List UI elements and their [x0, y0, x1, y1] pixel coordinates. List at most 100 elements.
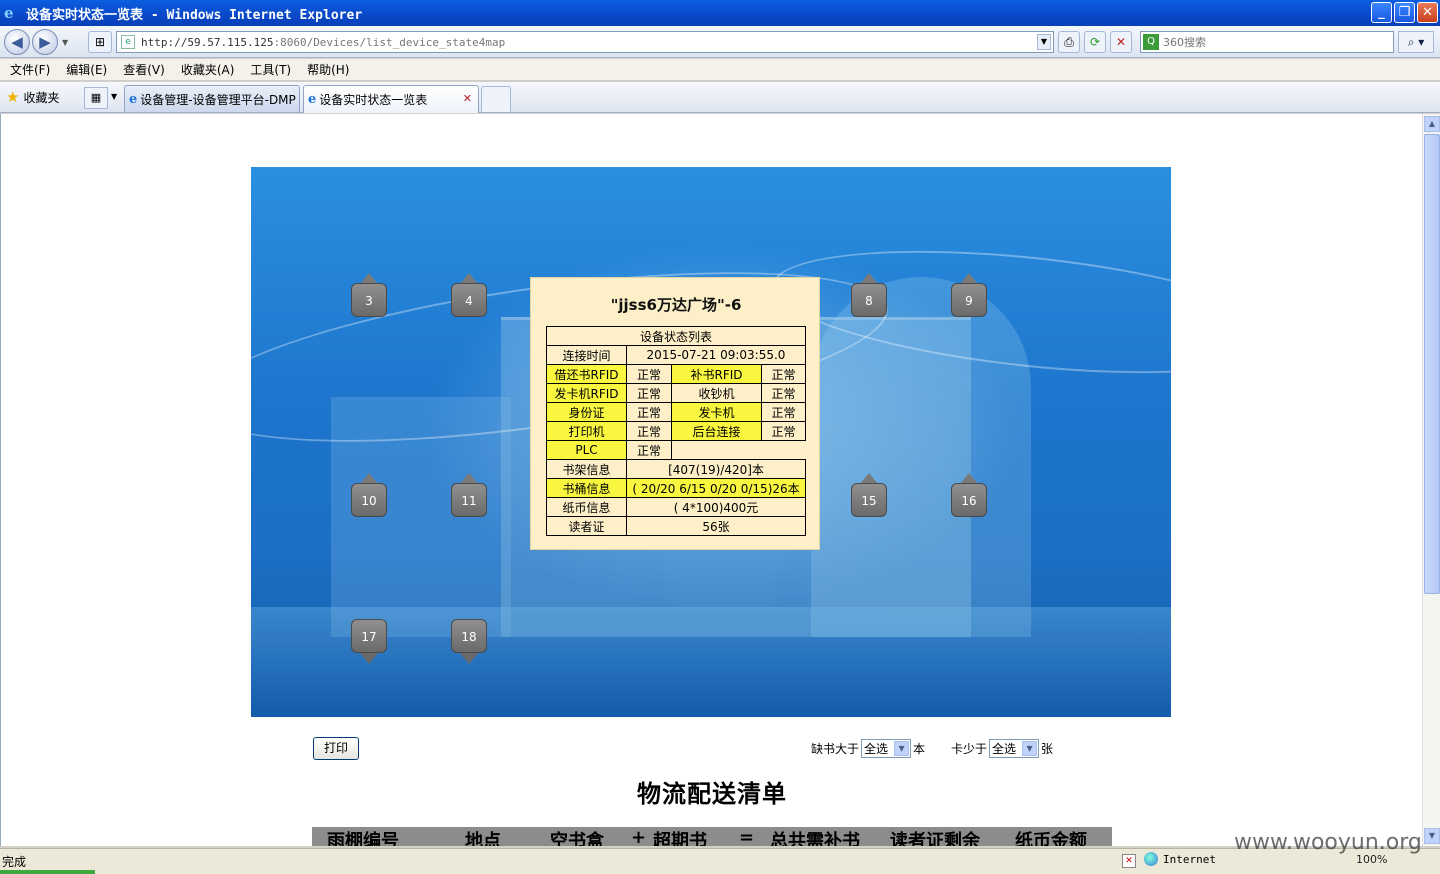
close-window-button[interactable]: ✕	[1417, 2, 1438, 23]
menu-file[interactable]: 文件(F)	[10, 61, 50, 78]
device-status-popup: "jjss6万达广场"-6 设备状态列表 连接时间 2015-07-21 09:…	[530, 277, 820, 550]
empty-cell	[671, 440, 806, 460]
device-marker[interactable]: 4	[451, 273, 487, 317]
menu-tools[interactable]: 工具(T)	[250, 61, 291, 78]
menu-bar: 文件(F) 编辑(E) 查看(V) 收藏夹(A) 工具(T) 帮助(H)	[0, 59, 1440, 81]
tab-label: 设备管理-设备管理平台-DMP	[140, 92, 296, 107]
window-title: 设备实时状态一览表 - Windows Internet Explorer	[26, 7, 363, 23]
tab-bar: ★ 收藏夹 ▦ ▼ e 设备管理-设备管理平台-DMP e 设备实时状态一览表 …	[0, 82, 1440, 113]
cards-filter-value: 全选	[992, 742, 1017, 756]
device-marker[interactable]: 10	[351, 473, 387, 517]
books-filter: 缺书大于 全选 ▼ 本	[811, 739, 925, 758]
forward-button[interactable]: ▶	[32, 29, 58, 55]
device-marker[interactable]: 17	[351, 619, 387, 664]
books-filter-select[interactable]: 全选 ▼	[861, 739, 912, 758]
back-button[interactable]: ◀	[4, 29, 30, 55]
delivery-list-title: 物流配送清单	[637, 779, 787, 808]
print-button[interactable]: 打印	[313, 737, 359, 760]
status-label: 后台连接	[671, 421, 762, 441]
menu-view[interactable]: 查看(V)	[123, 61, 165, 78]
vertical-scrollbar[interactable]: ▲ ▼	[1422, 114, 1440, 846]
page-content: 3 4 8 9 10 11 15 16 17 18 "jjss6万达广场"-6 …	[0, 114, 1422, 846]
stop-icon[interactable]: ✕	[1110, 31, 1132, 53]
status-label: 打印机	[546, 421, 627, 441]
refresh-icon[interactable]: ⟳	[1084, 31, 1106, 53]
column-header: 雨棚编号	[327, 831, 399, 846]
status-label: 身份证	[546, 402, 627, 422]
device-marker[interactable]: 9	[951, 273, 987, 317]
tab-device-management[interactable]: e 设备管理-设备管理平台-DMP	[124, 85, 300, 112]
favorites-button[interactable]: ★ 收藏夹	[6, 88, 59, 106]
minimize-button[interactable]: _	[1371, 2, 1392, 23]
compat-view-icon[interactable]: ⊞	[88, 31, 112, 53]
status-value: 正常	[626, 402, 672, 422]
url-host: http://59.57.115.125	[141, 35, 274, 49]
search-go-button[interactable]: ⌕ ▾	[1398, 31, 1434, 53]
device-marker[interactable]: 8	[851, 273, 887, 317]
ie-tab-icon: e	[129, 91, 138, 107]
globe-icon	[1144, 852, 1158, 866]
chevron-down-icon[interactable]: ▼	[894, 741, 910, 756]
status-value: 正常	[626, 364, 672, 384]
device-marker[interactable]: 11	[451, 473, 487, 517]
device-marker[interactable]: 18	[451, 619, 487, 664]
url-path: :8060/Devices/list_device_state4map	[273, 35, 506, 49]
cards-filter-select[interactable]: 全选 ▼	[989, 739, 1040, 758]
column-header: +	[631, 827, 647, 846]
status-label: 发卡机RFID	[546, 383, 627, 403]
scroll-up-icon[interactable]: ▲	[1424, 116, 1440, 132]
books-filter-label: 缺书大于	[811, 742, 860, 756]
info-value: ( 20/20 6/15 0/20 0/15)26本	[626, 478, 806, 498]
status-label: 借还书RFID	[546, 364, 627, 384]
scroll-thumb[interactable]	[1424, 134, 1440, 594]
search-box[interactable]: Q	[1140, 31, 1394, 53]
column-header: 读者证剩余	[890, 831, 980, 846]
restore-button[interactable]: ❐	[1394, 2, 1415, 23]
device-marker[interactable]: 16	[951, 473, 987, 517]
info-label: 书架信息	[546, 459, 627, 479]
cards-filter-unit: 张	[1041, 742, 1054, 756]
device-marker[interactable]: 3	[351, 273, 387, 317]
status-text: 完成	[2, 855, 27, 869]
address-dropdown-icon[interactable]: ▼	[1037, 34, 1051, 50]
books-filter-unit: 本	[913, 742, 926, 756]
blocked-content-icon[interactable]: ✕	[1122, 854, 1136, 868]
plc-value: 正常	[626, 440, 672, 460]
status-value: 正常	[761, 421, 806, 441]
close-tab-icon[interactable]: ✕	[463, 92, 472, 105]
status-label: 收钞机	[671, 383, 762, 403]
info-label: 纸币信息	[546, 497, 627, 517]
menu-help[interactable]: 帮助(H)	[307, 61, 349, 78]
column-header: =	[739, 827, 755, 846]
ie-logo-icon: e	[4, 4, 14, 22]
status-value: 正常	[626, 421, 672, 441]
page-icon: e	[121, 35, 135, 49]
ie-tab-icon: e	[308, 92, 317, 107]
plc-label: PLC	[546, 440, 627, 460]
new-tab-button[interactable]	[481, 86, 511, 112]
status-label: 补书RFID	[671, 364, 762, 384]
tab-label: 设备实时状态一览表	[319, 93, 428, 107]
security-zone[interactable]: Internet	[1144, 852, 1216, 866]
history-dropdown-icon[interactable]: ▼	[62, 38, 68, 47]
scroll-down-icon[interactable]: ▼	[1424, 828, 1440, 844]
status-value: 正常	[761, 402, 806, 422]
tab-list-dropdown-icon[interactable]: ▼	[111, 92, 117, 101]
connect-time-label: 连接时间	[546, 345, 627, 365]
info-value: 56张	[626, 516, 806, 536]
cards-filter-label: 卡少于	[951, 742, 988, 756]
url-text[interactable]: http://59.57.115.125:8060/Devices/list_d…	[141, 36, 505, 49]
menu-favorites[interactable]: 收藏夹(A)	[181, 61, 235, 78]
device-marker[interactable]: 15	[851, 473, 887, 517]
column-header: 总共需补书	[770, 831, 860, 846]
page-compat-icon[interactable]: ⎙	[1058, 31, 1080, 53]
search-input[interactable]	[1163, 35, 1383, 49]
tab-device-status[interactable]: e 设备实时状态一览表 ✕	[303, 85, 479, 113]
window-controls: _ ❐ ✕	[1371, 2, 1438, 23]
quick-tabs-icon[interactable]: ▦	[84, 87, 108, 109]
star-icon: ★	[6, 88, 20, 106]
address-bar[interactable]: e http://59.57.115.125:8060/Devices/list…	[116, 31, 1054, 53]
books-filter-value: 全选	[864, 742, 889, 756]
menu-edit[interactable]: 编辑(E)	[66, 61, 107, 78]
chevron-down-icon[interactable]: ▼	[1022, 741, 1038, 756]
